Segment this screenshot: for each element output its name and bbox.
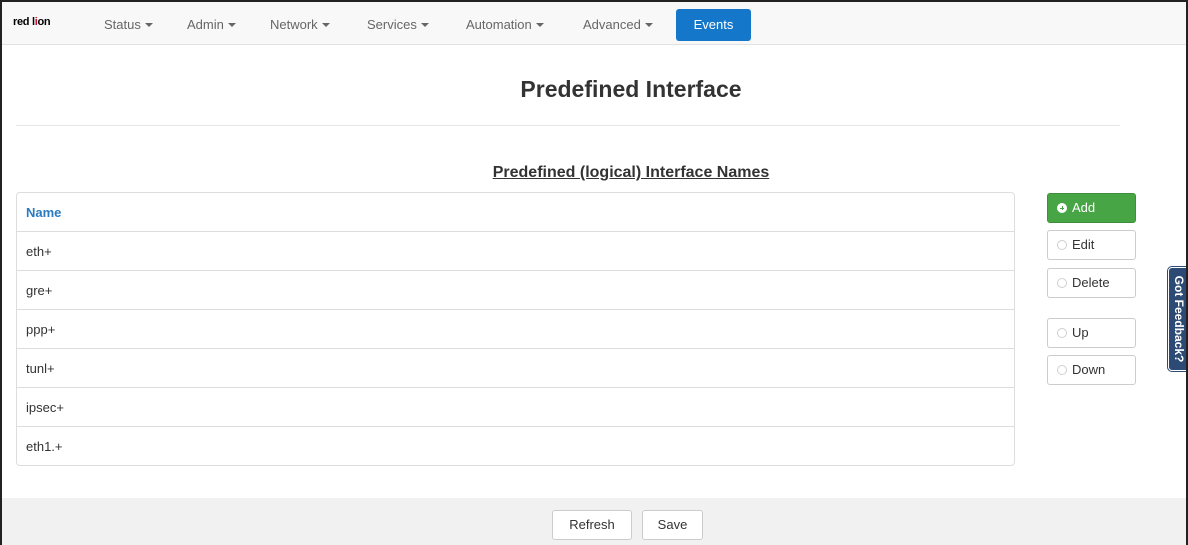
redlion-logo[interactable]: red lion — [13, 16, 51, 28]
save-button[interactable]: Save — [642, 510, 703, 540]
nav-automation[interactable]: Automation — [466, 2, 544, 45]
edit-icon — [1057, 240, 1067, 250]
minus-circle-icon — [1057, 278, 1067, 288]
table-row[interactable]: tunl+ — [17, 348, 1014, 387]
caret-down-icon — [420, 22, 429, 27]
delete-button[interactable]: Delete — [1047, 268, 1136, 298]
nav-services[interactable]: Services — [367, 2, 429, 45]
refresh-button[interactable]: Refresh — [552, 510, 632, 540]
table-row[interactable]: ipsec+ — [17, 387, 1014, 426]
table-header-name[interactable]: Name — [17, 193, 1014, 231]
table-row[interactable]: eth1.+ — [17, 426, 1014, 465]
nav-network[interactable]: Network — [270, 2, 330, 45]
caret-down-icon — [321, 22, 330, 27]
table-row[interactable]: ppp+ — [17, 309, 1014, 348]
arrow-up-icon — [1057, 328, 1067, 338]
caret-down-icon — [144, 22, 153, 27]
title-divider — [16, 125, 1120, 126]
nav-events[interactable]: Events — [676, 9, 751, 41]
up-button[interactable]: Up — [1047, 318, 1136, 348]
table-row[interactable]: eth+ — [17, 231, 1014, 270]
caret-down-icon — [227, 22, 236, 27]
add-button[interactable]: Add — [1047, 193, 1136, 223]
caret-down-icon — [644, 22, 653, 27]
interface-names-table: Name eth+ gre+ ppp+ tunl+ ipsec+ eth1.+ — [16, 192, 1015, 466]
top-navbar: red lion Status Admin Network Services A… — [2, 2, 1186, 45]
nav-admin[interactable]: Admin — [187, 2, 236, 45]
plus-circle-icon — [1057, 203, 1067, 213]
nav-status[interactable]: Status — [104, 2, 153, 45]
section-title: Predefined (logical) Interface Names — [492, 164, 770, 181]
arrow-down-icon — [1057, 365, 1067, 375]
down-button[interactable]: Down — [1047, 355, 1136, 385]
feedback-tab[interactable]: Got Feedback? — [1168, 267, 1186, 371]
table-row[interactable]: gre+ — [17, 270, 1014, 309]
nav-advanced[interactable]: Advanced — [583, 2, 653, 45]
edit-button[interactable]: Edit — [1047, 230, 1136, 260]
app-frame: red lion Status Admin Network Services A… — [0, 0, 1188, 545]
caret-down-icon — [535, 22, 544, 27]
page-title: Predefined Interface — [520, 76, 742, 102]
